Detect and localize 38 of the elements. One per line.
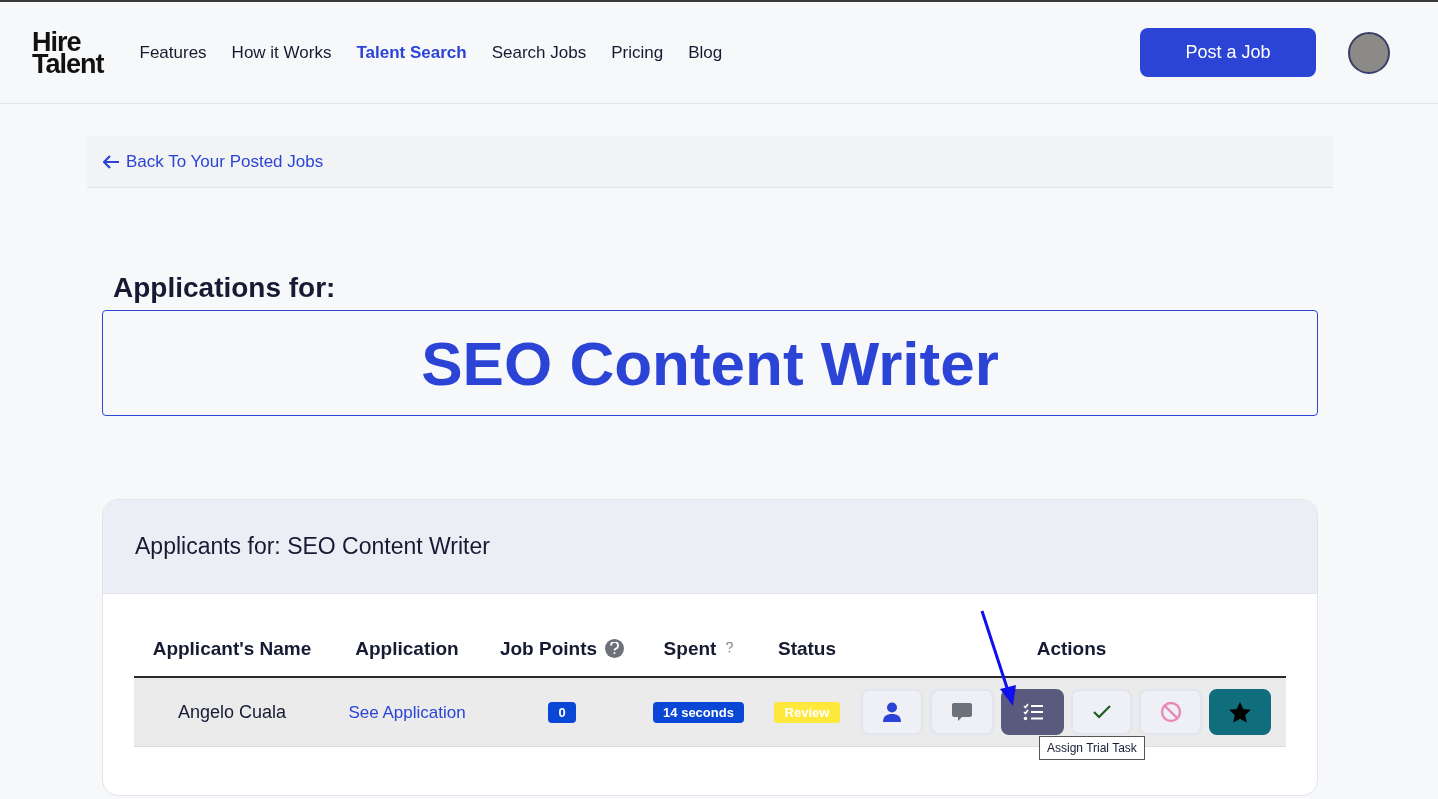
column-header: Spent bbox=[663, 637, 717, 659]
logo-text: Hire bbox=[32, 30, 81, 53]
logo-text: Talent bbox=[32, 52, 104, 75]
help-icon[interactable] bbox=[726, 641, 734, 656]
column-header: Actions bbox=[1036, 637, 1107, 659]
job-title: SEO Content Writer bbox=[421, 327, 999, 399]
column-header: Applicant's Name bbox=[152, 637, 312, 659]
post-job-button[interactable]: Post a Job bbox=[1140, 28, 1316, 77]
person-icon bbox=[883, 702, 901, 722]
message-button[interactable] bbox=[930, 689, 994, 735]
star-icon bbox=[1229, 701, 1251, 723]
help-icon[interactable] bbox=[605, 639, 625, 658]
column-header: Status bbox=[777, 637, 837, 659]
nav-link[interactable]: Blog bbox=[688, 42, 723, 63]
nav-link[interactable]: Talent Search bbox=[356, 42, 467, 63]
left-arrow-icon bbox=[103, 154, 120, 169]
back-link[interactable]: Back To Your Posted Jobs bbox=[103, 151, 324, 172]
nav-link[interactable]: Features bbox=[139, 42, 207, 63]
job-points-badge: 0 bbox=[548, 702, 576, 723]
prohibited-icon bbox=[1159, 701, 1182, 723]
checkmark-icon bbox=[1092, 705, 1111, 719]
applicant-name: Angelo Cuala bbox=[177, 701, 287, 722]
avatar-photo[interactable] bbox=[1348, 31, 1390, 74]
profile-button[interactable] bbox=[861, 689, 923, 735]
column-header: Job Points bbox=[499, 637, 598, 659]
favorite-button[interactable] bbox=[1209, 689, 1271, 735]
nav-link[interactable]: Search Jobs bbox=[491, 42, 587, 63]
status-badge: Review bbox=[773, 702, 841, 723]
checklist-icon bbox=[1022, 703, 1043, 721]
time-spent-badge: 14 seconds bbox=[653, 702, 744, 723]
speech-bubble-icon bbox=[952, 702, 972, 722]
nav-link[interactable]: Pricing bbox=[611, 42, 664, 63]
nav-link[interactable]: How it Works bbox=[231, 42, 332, 63]
trial-button[interactable] bbox=[1001, 689, 1064, 735]
tooltip: Assign Trial Task bbox=[1039, 736, 1145, 760]
card-title: Applicants for: SEO Content Writer bbox=[135, 533, 490, 560]
column-header: Application bbox=[355, 637, 459, 659]
page-heading: Applications for: bbox=[113, 271, 336, 305]
